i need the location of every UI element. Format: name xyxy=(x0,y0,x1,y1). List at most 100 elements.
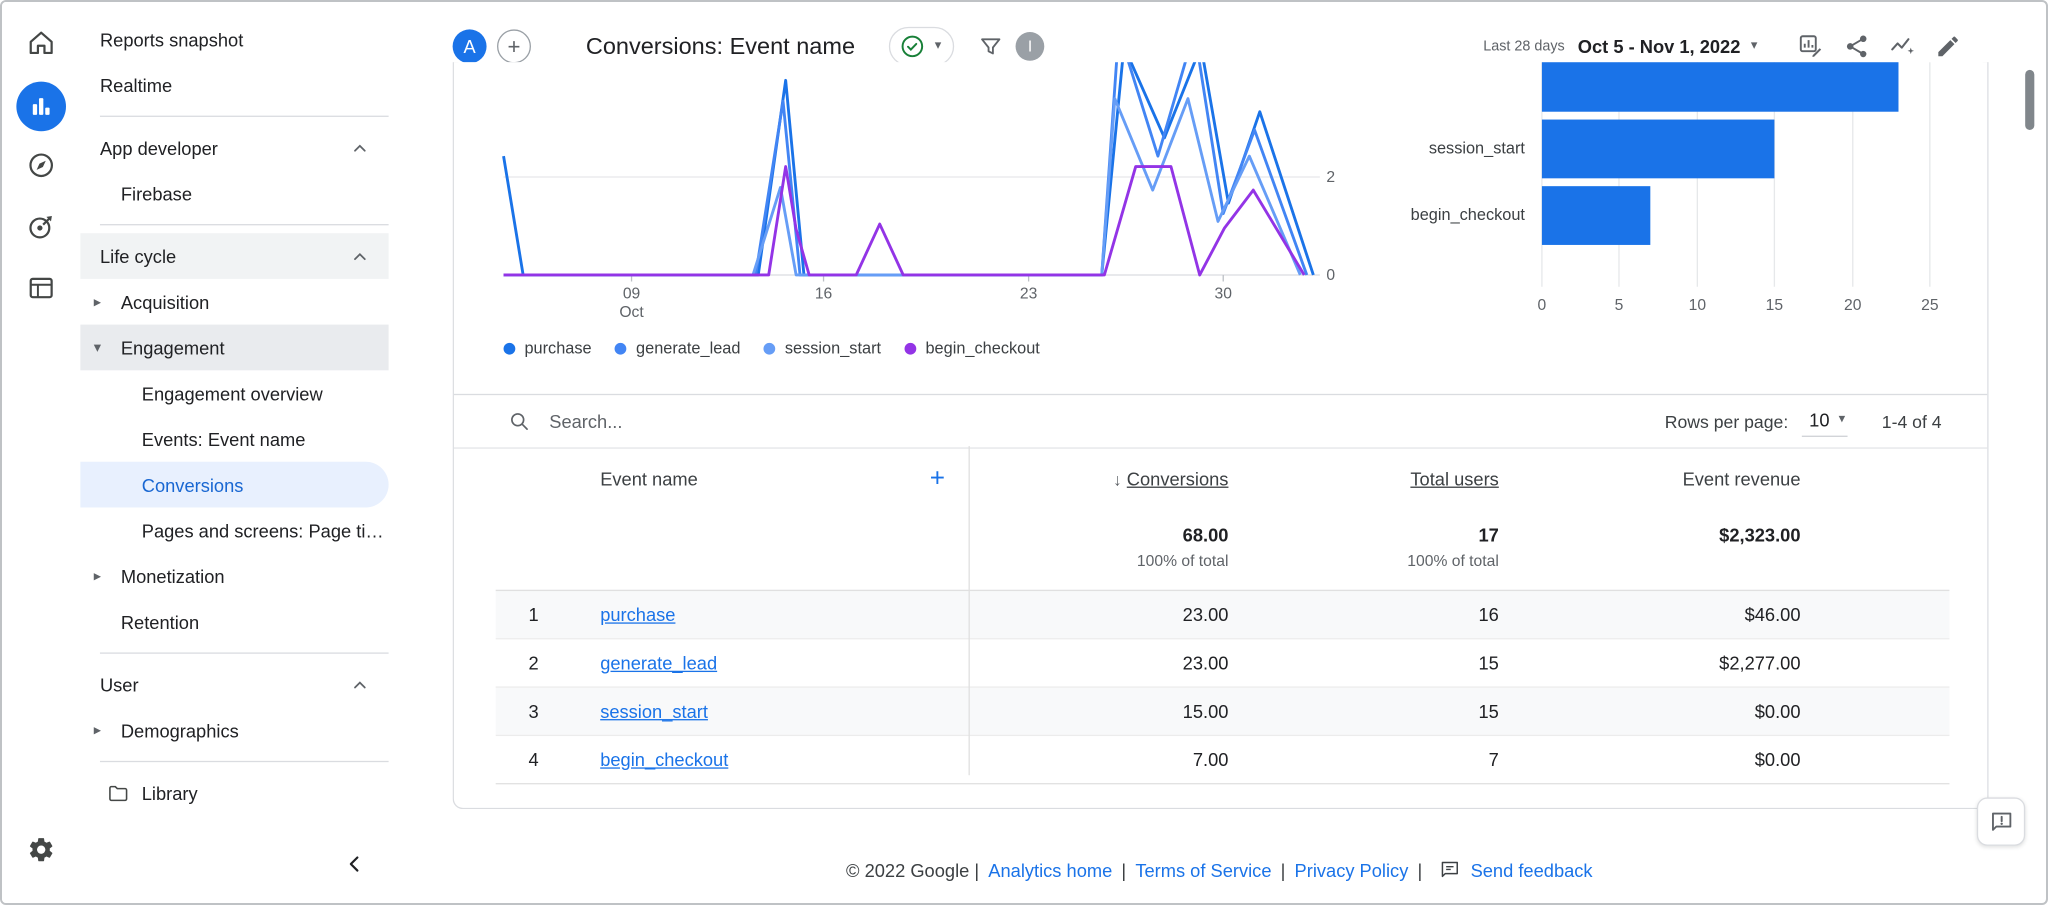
sidebar-item-library[interactable]: Library xyxy=(80,770,388,816)
svg-text:Oct: Oct xyxy=(619,304,644,321)
identity-chip[interactable]: I xyxy=(1015,32,1045,61)
table-search-input[interactable] xyxy=(546,409,944,434)
sidebar-item-label: Library xyxy=(141,782,198,804)
cell-total-users: 15 xyxy=(1478,652,1499,674)
check-circle-icon xyxy=(899,33,925,59)
sidebar-item-label: Events: Event name xyxy=(141,428,306,450)
chevron-down-icon: ▾ xyxy=(934,38,942,53)
feedback-fab[interactable] xyxy=(1976,797,2026,846)
copyright-text: © 2022 Google | xyxy=(846,859,980,881)
collapse-sidebar-button[interactable] xyxy=(339,850,370,881)
sidebar-item-label: Monetization xyxy=(120,565,225,587)
svg-text:09: 09 xyxy=(623,285,640,302)
chevron-up-icon xyxy=(348,244,372,268)
reports-nav-button[interactable] xyxy=(2,81,80,132)
filter-button[interactable] xyxy=(978,33,1004,59)
insights-icon xyxy=(1888,32,1917,61)
cell-event-revenue: $0.00 xyxy=(1754,749,1801,770)
totals-event-revenue: $2,323.00 xyxy=(1719,524,1801,546)
sidebar-item-label: Reports snapshot xyxy=(99,28,244,50)
scrollbar-thumb[interactable] xyxy=(2025,69,2035,130)
sidebar-item-label: Realtime xyxy=(99,74,173,96)
table-row: 1 purchase 23.00 16 $46.00 xyxy=(495,589,1950,639)
chevron-down-icon: ▾ xyxy=(1838,411,1846,426)
sidebar-item-retention[interactable]: Retention xyxy=(80,599,388,645)
cell-event-revenue: $0.00 xyxy=(1754,700,1801,722)
sort-descending-icon: ↓ xyxy=(1113,468,1122,489)
svg-text:15: 15 xyxy=(1766,297,1784,314)
advertising-nav-button[interactable] xyxy=(2,204,80,254)
cell-total-users: 7 xyxy=(1488,749,1499,770)
cell-total-users: 15 xyxy=(1478,700,1499,722)
add-comparison-button[interactable]: + xyxy=(497,29,531,64)
home-nav-button[interactable] xyxy=(2,20,80,70)
terms-of-service-link[interactable]: Terms of Service xyxy=(1135,859,1271,880)
totals-total-users: 17 xyxy=(1478,524,1499,546)
chevron-up-icon xyxy=(348,673,372,697)
svg-text:0: 0 xyxy=(1326,267,1335,284)
sidebar-item-reports-snapshot[interactable]: Reports snapshot xyxy=(80,16,388,62)
event-name-link[interactable]: begin_checkout xyxy=(600,749,728,770)
table-row: 3 session_start 15.00 15 $0.00 xyxy=(495,686,1950,735)
column-header-event-revenue[interactable]: Event revenue xyxy=(1499,468,1801,489)
legend-item-purchase: purchase xyxy=(503,339,592,357)
sidebar-section-label: User xyxy=(99,673,139,695)
column-header-event-name[interactable]: Event name + xyxy=(571,465,968,491)
sidebar-item-events-event-name[interactable]: Events: Event name xyxy=(80,416,388,462)
configure-nav-button[interactable] xyxy=(2,266,80,316)
totals-total-users-pct: 100% of total xyxy=(1407,551,1499,571)
feedback-alert-icon xyxy=(1988,809,2014,835)
line-series xyxy=(502,62,1315,277)
explore-nav-button[interactable] xyxy=(2,143,80,193)
sidebar-item-pages-and-screens[interactable]: Pages and screens: Page ti… xyxy=(80,507,388,553)
share-button[interactable] xyxy=(1844,33,1870,59)
date-range-preset-label: Last 28 days xyxy=(1483,38,1565,55)
account-avatar[interactable]: A xyxy=(452,29,487,64)
sidebar-item-demographics[interactable]: ▸ Demographics xyxy=(80,707,388,753)
sidebar-item-monetization[interactable]: ▸ Monetization xyxy=(80,553,388,599)
sidebar-item-realtime[interactable]: Realtime xyxy=(80,62,388,108)
sidebar-item-engagement-overview[interactable]: Engagement overview xyxy=(80,370,388,416)
sidebar-section-user[interactable]: User xyxy=(80,662,388,708)
row-number: 2 xyxy=(528,652,539,674)
report-status-chip[interactable]: ▾ xyxy=(888,26,955,66)
date-range-value[interactable]: Oct 5 - Nov 1, 2022 xyxy=(1578,36,1741,57)
event-name-link[interactable]: session_start xyxy=(600,701,708,722)
column-header-conversions[interactable]: ↓ Conversions xyxy=(969,468,1228,489)
svg-text:0: 0 xyxy=(1538,297,1547,314)
send-feedback-link[interactable]: Send feedback xyxy=(1471,859,1593,880)
rows-per-page-select[interactable]: 10 ▾ xyxy=(1801,406,1848,437)
legend-dot-icon xyxy=(763,342,776,354)
add-dimension-button[interactable]: + xyxy=(930,465,945,491)
table-header-row: Event name + ↓ Conversions Total users Ev… xyxy=(496,449,1950,508)
sidebar-item-firebase[interactable]: Firebase xyxy=(80,170,388,216)
advertising-icon xyxy=(26,210,57,248)
table-column-divider xyxy=(968,446,970,776)
chevron-up-icon xyxy=(348,136,372,160)
sidebar-section-app-developer[interactable]: App developer xyxy=(80,125,388,171)
search-icon xyxy=(507,410,531,434)
sidebar-item-label: Acquisition xyxy=(120,291,210,313)
triangle-right-icon: ▸ xyxy=(93,722,101,739)
legend-dot-icon xyxy=(615,342,627,354)
table-totals-row: 68.00 100% of total 17 100% of total $2,32… xyxy=(496,507,1950,589)
row-number: 4 xyxy=(528,749,539,770)
sidebar-item-acquisition[interactable]: ▸ Acquisition xyxy=(80,279,388,325)
edit-button[interactable] xyxy=(1935,33,1961,59)
settings-button[interactable] xyxy=(2,835,80,870)
table-toolbar: Rows per page: 10 ▾ 1-4 of 4 xyxy=(453,395,1988,449)
insights-button[interactable] xyxy=(1888,32,1917,61)
sidebar-item-engagement[interactable]: ▾ Engagement xyxy=(80,324,389,371)
analytics-home-link[interactable]: Analytics home xyxy=(988,859,1112,880)
customize-report-icon xyxy=(1797,32,1826,61)
sidebar-item-conversions[interactable]: Conversions xyxy=(80,461,389,508)
event-name-link[interactable]: generate_lead xyxy=(600,652,717,673)
sidebar-item-label: Pages and screens: Page ti… xyxy=(141,519,384,541)
sidebar-section-life-cycle[interactable]: Life cycle xyxy=(80,233,389,279)
cell-conversions: 23.00 xyxy=(1182,604,1229,626)
svg-text:30: 30 xyxy=(1215,285,1233,302)
event-name-link[interactable]: purchase xyxy=(600,604,675,625)
customize-report-button[interactable] xyxy=(1797,32,1826,61)
privacy-policy-link[interactable]: Privacy Policy xyxy=(1295,859,1409,880)
column-header-total-users[interactable]: Total users xyxy=(1228,468,1498,489)
